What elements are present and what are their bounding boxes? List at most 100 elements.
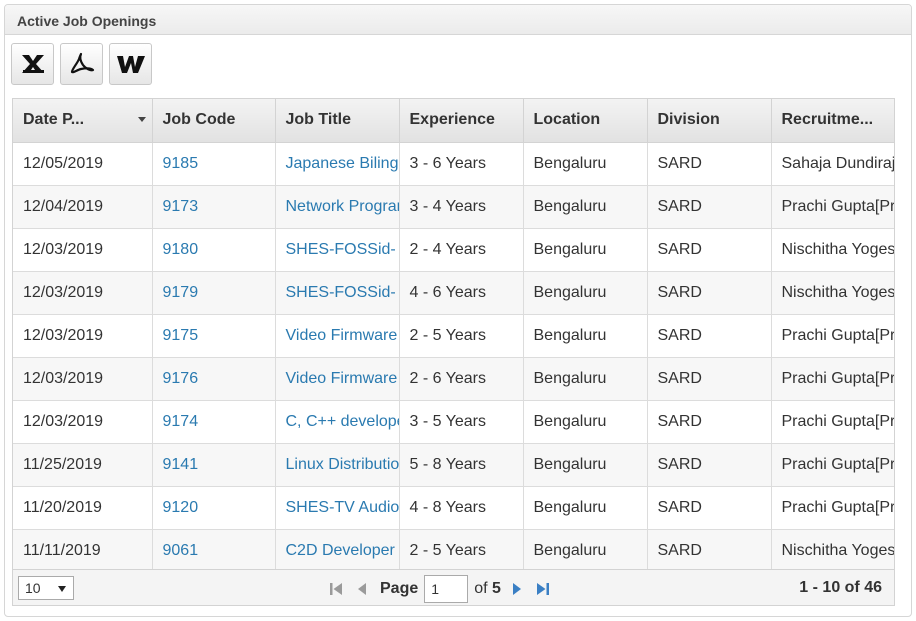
page-label: Page [380, 580, 419, 597]
job-code-link[interactable]: 9175 [163, 327, 199, 344]
table-cell: 9061 [152, 529, 276, 573]
column-header-job-title[interactable]: Job Title [275, 99, 400, 143]
pdf-export-button[interactable] [60, 43, 103, 85]
location-cell: Bengaluru [523, 357, 648, 401]
job-code-link[interactable]: 9061 [163, 542, 199, 559]
date-posted-cell: 12/03/2019 [13, 357, 153, 401]
dropdown-arrow-icon [58, 586, 66, 592]
table-cell: SHES-FOSSid- [275, 228, 400, 272]
table-cell: 9175 [152, 314, 276, 358]
experience-cell: 4 - 8 Years [399, 486, 524, 530]
job-title-link[interactable]: SHES-TV Audio [286, 499, 399, 516]
location-cell: Bengaluru [523, 314, 648, 358]
column-header-location[interactable]: Location [523, 99, 648, 143]
table-cell: Japanese Bilingual [275, 142, 400, 186]
table-cell: Video Firmware [275, 314, 400, 358]
job-code-link[interactable]: 9141 [163, 456, 199, 473]
table-cell: C, C++ developer [275, 400, 400, 444]
table-row[interactable]: 11/25/2019 9141 Linux Distribution 5 - 8 Ye… [13, 443, 894, 487]
recruiter-cell: Prachi Gupta[Pr [771, 185, 894, 229]
division-cell: SARD [647, 443, 772, 487]
division-cell: SARD [647, 400, 772, 444]
experience-cell: 2 - 6 Years [399, 357, 524, 401]
table-row[interactable]: 12/04/2019 9173 Network Programmer3 - 4 Ye… [13, 185, 894, 229]
recruiter-cell: Prachi Gupta[Pr [771, 443, 894, 487]
division-cell: SARD [647, 228, 772, 272]
experience-cell: 5 - 8 Years [399, 443, 524, 487]
job-code-link[interactable]: 9185 [163, 155, 199, 172]
pdf-icon [69, 52, 95, 76]
panel-title: Active Job Openings [5, 5, 911, 35]
division-cell: SARD [647, 486, 772, 530]
job-title-link[interactable]: Linux Distribution [286, 456, 399, 473]
table-row[interactable]: 12/03/2019 9179 SHES-FOSSid- 4 - 6 Years Ben… [13, 271, 894, 315]
date-posted-cell: 12/04/2019 [13, 185, 153, 229]
table-cell: Linux Distribution [275, 443, 400, 487]
pager-navigation: Page of 5 [326, 575, 559, 603]
experience-cell: 3 - 6 Years [399, 142, 524, 186]
recruiter-cell: Prachi Gupta[Pr [771, 314, 894, 358]
column-header-experience[interactable]: Experience [399, 99, 524, 143]
job-title-link[interactable]: Video Firmware [286, 327, 398, 344]
job-code-link[interactable]: 9174 [163, 413, 199, 430]
sort-arrow-icon[interactable] [137, 117, 146, 122]
table-row[interactable]: 12/03/2019 9180 SHES-FOSSid- 2 - 4 Years Ben… [13, 228, 894, 272]
excel-icon [20, 53, 46, 75]
column-header-date-posted[interactable]: Date P... [13, 99, 153, 143]
table-cell: C2D Developer [275, 529, 400, 573]
location-cell: Bengaluru [523, 271, 648, 315]
job-code-link[interactable]: 9176 [163, 370, 199, 387]
pager-bar: 10 Page of 5 1 - 10 o [13, 569, 894, 605]
first-page-button[interactable] [326, 579, 346, 599]
location-cell: Bengaluru [523, 486, 648, 530]
job-title-link[interactable]: Japanese Bilingual [286, 155, 399, 172]
date-posted-cell: 12/05/2019 [13, 142, 153, 186]
table-cell: 9176 [152, 357, 276, 401]
column-header-recruiter[interactable]: Recruitme... [771, 99, 894, 143]
last-page-button[interactable] [533, 579, 553, 599]
word-export-button[interactable] [109, 43, 152, 85]
column-header-division[interactable]: Division [647, 99, 772, 143]
experience-cell: 2 - 5 Years [399, 314, 524, 358]
recruiter-cell: Prachi Gupta[Pr [771, 486, 894, 530]
location-cell: Bengaluru [523, 185, 648, 229]
table-cell: SHES-FOSSid- [275, 271, 400, 315]
date-posted-cell: 11/11/2019 [13, 529, 153, 573]
recruiter-cell: Nischitha Yogesh [771, 271, 894, 315]
table-row[interactable]: 12/03/2019 9175 Video Firmware 2 - 5 Years B… [13, 314, 894, 358]
column-header-job-code[interactable]: Job Code [152, 99, 276, 143]
table-cell: 9174 [152, 400, 276, 444]
division-cell: SARD [647, 142, 772, 186]
page-number-input[interactable] [424, 575, 469, 603]
table-cell: 9179 [152, 271, 276, 315]
table-row[interactable]: 11/11/2019 9061 C2D Developer 2 - 5 Years Be… [13, 529, 894, 573]
table-row[interactable]: 12/03/2019 9176 Video Firmware 2 - 6 Years B… [13, 357, 894, 401]
table-row[interactable]: 12/03/2019 9174 C, C++ developer 3 - 5 Year… [13, 400, 894, 444]
job-code-link[interactable]: 9180 [163, 241, 199, 258]
job-title-link[interactable]: Video Firmware [286, 370, 398, 387]
job-code-link[interactable]: 9179 [163, 284, 199, 301]
table-cell: 9120 [152, 486, 276, 530]
job-code-link[interactable]: 9120 [163, 499, 199, 516]
job-title-link[interactable]: Network Programmer [286, 198, 399, 215]
date-posted-cell: 11/20/2019 [13, 486, 153, 530]
location-cell: Bengaluru [523, 443, 648, 487]
experience-cell: 4 - 6 Years [399, 271, 524, 315]
job-title-link[interactable]: C2D Developer [286, 542, 395, 559]
date-posted-cell: 12/03/2019 [13, 271, 153, 315]
next-page-button[interactable] [507, 579, 527, 599]
date-posted-cell: 12/03/2019 [13, 400, 153, 444]
job-title-link[interactable]: SHES-FOSSid- [286, 241, 396, 258]
division-cell: SARD [647, 314, 772, 358]
job-openings-table: Date P... Job Code Job Title Experience … [13, 99, 894, 573]
table-row[interactable]: 12/05/2019 9185 Japanese Bilingual3 - 6 Ye… [13, 142, 894, 186]
job-title-link[interactable]: SHES-FOSSid- [286, 284, 396, 301]
previous-page-button[interactable] [352, 579, 372, 599]
table-row[interactable]: 11/20/2019 9120 SHES-TV Audio 4 - 8 Years Be… [13, 486, 894, 530]
division-cell: SARD [647, 529, 772, 573]
excel-export-button[interactable] [11, 43, 54, 85]
page-size-select[interactable]: 10 [18, 576, 74, 600]
job-title-link[interactable]: C, C++ developer [286, 413, 399, 430]
job-code-link[interactable]: 9173 [163, 198, 199, 215]
word-icon [116, 53, 146, 75]
